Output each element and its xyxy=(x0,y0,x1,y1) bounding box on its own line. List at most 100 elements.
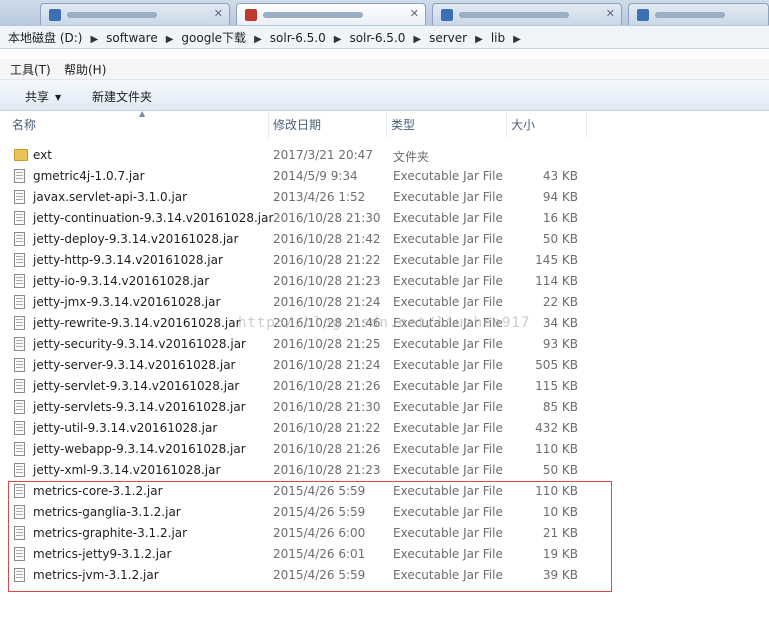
file-row[interactable]: jetty-servlet-9.3.14.v20161028.jar 2016/1… xyxy=(8,376,608,397)
jar-file-icon xyxy=(14,169,25,183)
breadcrumb-item-drive[interactable]: 本地磁盘 (D:) xyxy=(4,29,86,46)
close-icon[interactable]: ✕ xyxy=(606,7,615,20)
file-size: 43 KB xyxy=(542,169,578,183)
jar-file-icon xyxy=(14,421,25,435)
tab-favicon-icon xyxy=(49,9,61,21)
column-header-name-label: 名称 xyxy=(12,118,37,132)
browser-tab[interactable]: ✕ xyxy=(432,3,622,25)
file-row[interactable]: jetty-util-9.3.14.v20161028.jar 2016/10/2… xyxy=(8,418,608,439)
file-row[interactable]: jetty-servlets-9.3.14.v20161028.jar 2016/… xyxy=(8,397,608,418)
jar-file-icon xyxy=(14,463,25,477)
file-name: jetty-webapp-9.3.14.v20161028.jar xyxy=(33,442,246,456)
column-header-type[interactable]: 类型 xyxy=(387,112,507,138)
browser-tab-active[interactable]: ✕ xyxy=(236,3,426,25)
file-type: Executable Jar File xyxy=(393,400,503,414)
breadcrumb-item-solr[interactable]: solr-6.5.0 xyxy=(345,31,409,45)
file-name: jetty-io-9.3.14.v20161028.jar xyxy=(33,274,210,288)
file-date: 2013/4/26 1:52 xyxy=(273,190,366,204)
file-row[interactable]: gmetric4j-1.0.7.jar 2014/5/9 9:34 Executab… xyxy=(8,166,608,187)
file-date: 2016/10/28 21:30 xyxy=(273,400,381,414)
file-size: 94 KB xyxy=(542,190,578,204)
menu-bar: 工具(T) 帮助(H) xyxy=(0,59,769,80)
command-bar: 共享 ▼ 新建文件夹 xyxy=(0,80,769,111)
file-row[interactable]: jetty-deploy-9.3.14.v20161028.jar 2016/10… xyxy=(8,229,608,250)
browser-tab[interactable]: ✕ xyxy=(40,3,230,25)
chevron-right-icon[interactable]: ▶ xyxy=(409,34,425,45)
file-date: 2016/10/28 21:25 xyxy=(273,337,381,351)
file-size: 16 KB xyxy=(542,211,578,225)
share-button[interactable]: 共享 ▼ xyxy=(25,88,61,105)
close-icon[interactable]: ✕ xyxy=(214,7,223,20)
file-name: jetty-security-9.3.14.v20161028.jar xyxy=(33,337,246,351)
column-header-date[interactable]: 修改日期 xyxy=(269,112,387,138)
breadcrumb-item-google-downloads[interactable]: google下载 xyxy=(177,29,250,46)
file-size: 145 KB xyxy=(535,253,578,267)
chevron-right-icon[interactable]: ▶ xyxy=(250,34,266,45)
file-name: jetty-servlets-9.3.14.v20161028.jar xyxy=(33,400,246,414)
breadcrumb-item-software[interactable]: software xyxy=(102,31,162,45)
file-row[interactable]: jetty-jmx-9.3.14.v20161028.jar 2016/10/28… xyxy=(8,292,608,313)
column-header-name[interactable]: 名称 ▲ xyxy=(8,109,269,138)
file-date: 2016/10/28 21:26 xyxy=(273,379,381,393)
close-icon[interactable]: ✕ xyxy=(410,7,419,20)
file-type: Executable Jar File xyxy=(393,211,503,225)
file-name: jetty-util-9.3.14.v20161028.jar xyxy=(33,421,218,435)
menu-help[interactable]: 帮助(H) xyxy=(64,61,106,78)
file-row[interactable]: jetty-io-9.3.14.v20161028.jar 2016/10/28 … xyxy=(8,271,608,292)
file-type: 文件夹 xyxy=(393,150,430,164)
file-date: 2016/10/28 21:26 xyxy=(273,442,381,456)
jar-file-icon xyxy=(14,295,25,309)
folder-icon xyxy=(14,149,28,161)
tab-favicon-icon xyxy=(637,9,649,21)
file-type: Executable Jar File xyxy=(393,253,503,267)
file-type: Executable Jar File xyxy=(393,169,503,183)
file-size: 505 KB xyxy=(535,358,578,372)
file-date: 2016/10/28 21:24 xyxy=(273,295,381,309)
file-name: jetty-server-9.3.14.v20161028.jar xyxy=(33,358,236,372)
file-type: Executable Jar File xyxy=(393,379,503,393)
file-date: 2016/10/28 21:30 xyxy=(273,211,381,225)
chevron-down-icon: ▼ xyxy=(55,93,62,102)
file-name: ext xyxy=(33,148,52,162)
breadcrumb-item-solr[interactable]: solr-6.5.0 xyxy=(266,31,330,45)
chevron-right-icon[interactable]: ▶ xyxy=(86,34,102,45)
chevron-right-icon[interactable]: ▶ xyxy=(330,34,346,45)
file-row[interactable]: jetty-server-9.3.14.v20161028.jar 2016/10… xyxy=(8,355,608,376)
jar-file-icon xyxy=(14,358,25,372)
column-header-row: 名称 ▲ 修改日期 类型 大小 xyxy=(0,109,769,138)
file-row[interactable]: ext 2017/3/21 20:47 文件夹 xyxy=(8,145,608,166)
chevron-right-icon[interactable]: ▶ xyxy=(509,34,525,45)
jar-file-icon xyxy=(14,211,25,225)
file-date: 2016/10/28 21:23 xyxy=(273,463,381,477)
jar-file-icon xyxy=(14,442,25,456)
watermark: http://blog.csdn.net/liuzhen917 xyxy=(238,315,531,331)
file-date: 2016/10/28 21:22 xyxy=(273,253,381,267)
file-type: Executable Jar File xyxy=(393,232,503,246)
file-size: 50 KB xyxy=(542,232,578,246)
file-row[interactable]: jetty-http-9.3.14.v20161028.jar 2016/10/2… xyxy=(8,250,608,271)
file-type: Executable Jar File xyxy=(393,358,503,372)
jar-file-icon xyxy=(14,400,25,414)
breadcrumb-item-lib[interactable]: lib xyxy=(487,31,509,45)
breadcrumb: 本地磁盘 (D:) ▶ software ▶ google下载 ▶ solr-6.5.0 ▶ s… xyxy=(4,29,525,46)
file-size: 50 KB xyxy=(542,463,578,477)
file-date: 2016/10/28 21:24 xyxy=(273,358,381,372)
menu-tools[interactable]: 工具(T) xyxy=(10,61,51,78)
file-row[interactable]: javax.servlet-api-3.1.0.jar 2013/4/26 1:5… xyxy=(8,187,608,208)
file-size: 115 KB xyxy=(535,379,578,393)
file-type: Executable Jar File xyxy=(393,274,503,288)
breadcrumb-item-server[interactable]: server xyxy=(425,31,471,45)
file-size: 93 KB xyxy=(542,337,578,351)
chevron-right-icon[interactable]: ▶ xyxy=(471,34,487,45)
file-row[interactable]: jetty-xml-9.3.14.v20161028.jar 2016/10/28… xyxy=(8,460,608,481)
jar-file-icon xyxy=(14,232,25,246)
column-header-size[interactable]: 大小 xyxy=(507,112,587,138)
file-row[interactable]: jetty-webapp-9.3.14.v20161028.jar 2016/10… xyxy=(8,439,608,460)
address-bar[interactable]: 本地磁盘 (D:) ▶ software ▶ google下载 ▶ solr-6.5.0 ▶ s… xyxy=(0,26,769,49)
file-size: 110 KB xyxy=(535,442,578,456)
file-row[interactable]: jetty-continuation-9.3.14.v20161028.jar 2… xyxy=(8,208,608,229)
file-date: 2016/10/28 21:23 xyxy=(273,274,381,288)
chevron-right-icon[interactable]: ▶ xyxy=(162,34,178,45)
file-row[interactable]: jetty-security-9.3.14.v20161028.jar 2016/… xyxy=(8,334,608,355)
browser-tab[interactable] xyxy=(628,3,769,25)
